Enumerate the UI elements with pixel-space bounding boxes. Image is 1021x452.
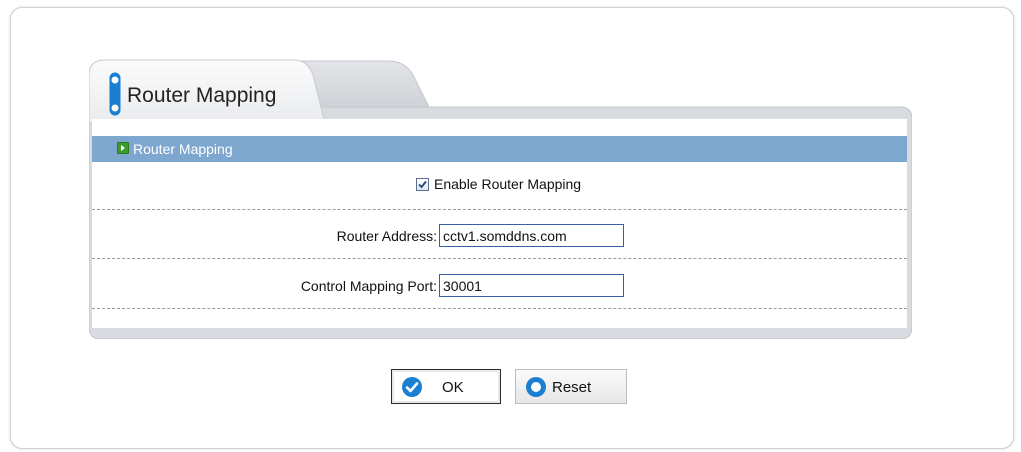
section-header-label: Router Mapping [133, 141, 233, 157]
router-address-label: Router Address: [336, 228, 437, 244]
router-address-row: Router Address: [92, 211, 907, 259]
router-mapping-panel: Router Mapping Router Mapping Enable Rou… [89, 57, 912, 339]
ok-button-label: OK [442, 379, 464, 396]
control-port-row: Control Mapping Port: [92, 261, 907, 309]
control-port-input[interactable] [439, 274, 624, 297]
tab-title[interactable]: Router Mapping [127, 84, 276, 108]
control-port-label: Control Mapping Port: [300, 278, 437, 294]
arrow-right-icon [117, 142, 129, 154]
router-address-input[interactable] [439, 224, 624, 247]
check-circle-icon [402, 377, 422, 397]
reset-button-label: Reset [552, 379, 592, 396]
ok-button[interactable]: OK [391, 369, 501, 404]
enable-row: Enable Router Mapping [92, 162, 907, 210]
reset-button[interactable]: Reset [515, 369, 627, 404]
enable-checkbox[interactable] [416, 178, 429, 191]
section-header: Router Mapping [92, 136, 907, 162]
circle-icon [526, 377, 546, 397]
form-content: Router Mapping Enable Router Mapping Rou… [92, 136, 907, 328]
pill-marker-icon [109, 72, 121, 116]
enable-label[interactable]: Enable Router Mapping [434, 176, 581, 192]
